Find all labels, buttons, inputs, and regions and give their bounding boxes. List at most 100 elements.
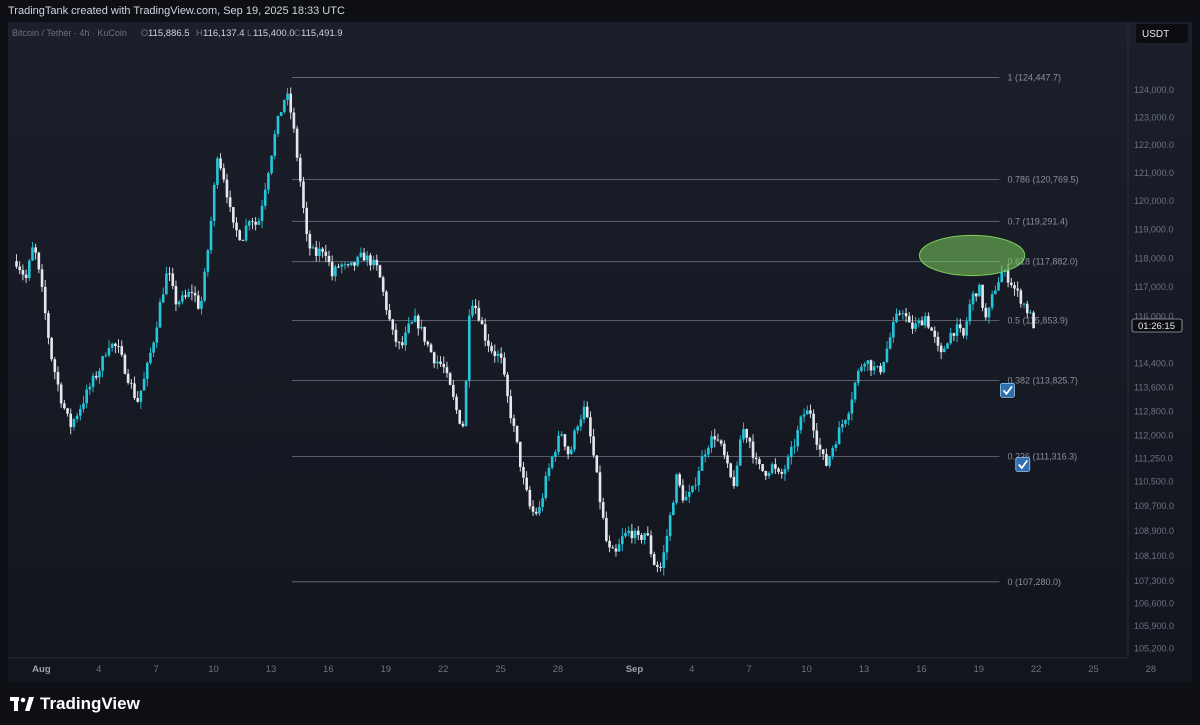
candle-body <box>576 426 579 431</box>
fib-level-label: 1 (124,447.7) <box>1007 73 1061 83</box>
candle-body <box>40 269 44 287</box>
price-chart[interactable]: 124,000.0 123,000.0 122,000.0 121,000.0 120,… <box>8 22 1192 682</box>
candle-body <box>190 291 194 293</box>
candle-body <box>302 181 305 208</box>
candle-body <box>649 535 653 555</box>
candle-body <box>796 430 799 447</box>
fib-level-label: 0.5 (115,853.9) <box>1007 316 1067 326</box>
candle-body <box>1016 288 1019 291</box>
candle-body <box>82 403 85 409</box>
candle-body <box>372 259 375 266</box>
candle-body <box>605 517 608 541</box>
candle-body <box>882 361 886 373</box>
candle-body <box>114 343 117 347</box>
time-tick-label: 28 <box>1146 664 1157 675</box>
candle-body <box>474 305 477 308</box>
candle-body <box>1029 312 1032 314</box>
candle-body <box>34 247 37 253</box>
time-tick-label: 16 <box>323 664 334 675</box>
candle-body <box>573 430 576 450</box>
candle-body <box>235 222 238 231</box>
candle-body <box>547 467 551 476</box>
candle-body <box>700 456 704 471</box>
candle-body <box>423 326 426 342</box>
candle-body <box>471 305 474 316</box>
candle-body <box>592 436 595 456</box>
candle-body <box>872 366 876 371</box>
candle-body <box>155 327 159 343</box>
candle-body <box>117 346 120 347</box>
candle-body <box>295 128 299 158</box>
candle-body <box>930 327 933 331</box>
candle-body <box>506 374 509 397</box>
open-label: O <box>141 28 148 38</box>
candle-body <box>238 230 242 241</box>
candle-body <box>812 413 815 431</box>
candle-body <box>850 399 854 414</box>
candle-body <box>161 294 165 303</box>
time-axis[interactable]: Aug 4 7 10 13 16 19 22 25 28 Sep 4 7 10 13 16 19 22 25 28 <box>8 657 1157 675</box>
candle-body <box>177 301 181 305</box>
candle-body <box>895 313 898 322</box>
candle-body <box>557 435 560 453</box>
resistance-highlight <box>918 234 1026 277</box>
chart-canvas[interactable]: 124,000.0 123,000.0 122,000.0 121,000.0 120,… <box>8 22 1192 682</box>
candle-body <box>978 284 981 297</box>
candle-body <box>560 434 564 436</box>
candle-body <box>630 530 634 539</box>
candle-body <box>716 439 720 441</box>
time-tick-label: 22 <box>438 664 449 675</box>
time-tick-label: 25 <box>1088 664 1099 675</box>
candle-body <box>413 315 417 322</box>
candle-body <box>133 383 136 399</box>
candle-body <box>244 225 248 241</box>
candle-body <box>681 485 685 501</box>
candle-body <box>407 323 410 333</box>
candle-body <box>110 343 114 348</box>
candle-body <box>774 464 777 469</box>
candle-body <box>802 414 806 417</box>
price-axis[interactable]: 124,000.0 123,000.0 122,000.0 121,000.0 120,… <box>1127 22 1174 658</box>
candle-body <box>678 474 682 486</box>
symbol-name: Bitcoin / Tether · 4h · KuCoin <box>12 28 127 38</box>
candle-body <box>892 321 895 338</box>
time-tick-label: 4 <box>689 664 694 675</box>
candle-body <box>665 536 669 553</box>
candle-body <box>652 554 656 565</box>
candle-body <box>311 247 315 249</box>
candle-body <box>793 446 796 448</box>
candle-body <box>566 446 570 455</box>
symbol-legend[interactable]: Bitcoin / Tether · 4h · KuCoin O 115,886… <box>12 28 343 39</box>
candle-body <box>436 361 439 364</box>
close-label: C <box>294 28 301 38</box>
candle-body <box>343 264 347 266</box>
candle-body <box>907 316 911 323</box>
candle-body <box>72 419 76 428</box>
time-tick-label: 7 <box>747 664 752 675</box>
candle-body <box>464 380 468 427</box>
price-tick-label: 118,000.0 <box>1134 253 1173 263</box>
time-tick-label: 19 <box>380 664 391 675</box>
candle-body <box>228 197 232 208</box>
candle-body <box>165 273 168 295</box>
fib-level-label: 0 (107,280.0) <box>1007 577 1061 587</box>
time-tick-label: 7 <box>154 664 159 675</box>
candle-body <box>958 324 962 329</box>
candle-body <box>828 456 831 466</box>
candle-body <box>145 362 149 379</box>
snapshot-credit: TradingTank created with TradingView.com… <box>0 0 1200 22</box>
currency-badge[interactable]: USDT <box>1136 24 1188 43</box>
candle-body <box>327 255 331 263</box>
candle-body <box>283 100 286 113</box>
tradingview-logo[interactable]: TradingView <box>10 694 140 714</box>
candle-body <box>362 252 366 261</box>
candle-body <box>662 552 666 568</box>
tradingview-wordmark: TradingView <box>40 694 140 713</box>
time-tick-label: 25 <box>495 664 506 675</box>
time-tick-label: 16 <box>916 664 927 675</box>
candle-body <box>241 240 245 241</box>
candle-body <box>88 386 92 390</box>
candle-body <box>503 357 506 375</box>
candle-body <box>78 408 82 416</box>
candle-body <box>1006 270 1010 283</box>
